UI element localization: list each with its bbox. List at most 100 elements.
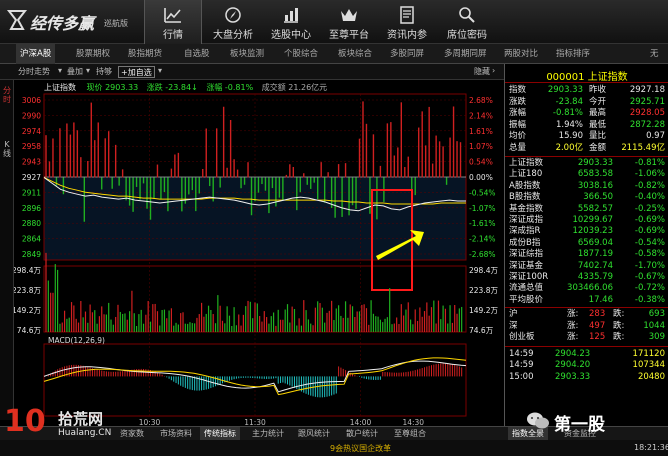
- crown-icon: [341, 9, 357, 21]
- tab-intraday[interactable]: 分时: [1, 86, 13, 104]
- subtab-stock-combined[interactable]: 个股综合: [280, 44, 322, 64]
- quote-label: 金额: [589, 142, 607, 153]
- tick-row: 14:59 2904.23 171120: [509, 349, 667, 360]
- breadth-up-label: 涨:: [567, 309, 579, 320]
- hide-button[interactable]: 隐藏: [474, 66, 490, 77]
- index-pct: -0.40%: [634, 192, 665, 203]
- index-row[interactable]: 上证指数 2903.33 -0.81%: [509, 158, 667, 169]
- pct-value: -0.81%: [224, 83, 254, 92]
- time-tick-label: 14:30: [402, 418, 424, 425]
- amount-label: 成交额: [261, 83, 286, 92]
- nav-quotes[interactable]: 行情: [144, 0, 202, 44]
- index-pct: -0.25%: [634, 203, 665, 214]
- index-name: 平均股价: [509, 294, 544, 305]
- index-pct: -0.38%: [634, 294, 665, 305]
- pct-tick-label: 2.68%: [469, 96, 493, 105]
- add-watchlist-button[interactable]: +加自选: [118, 66, 155, 78]
- quote-value: 2.00亿: [555, 142, 583, 153]
- nav-news[interactable]: 资讯内参: [378, 0, 436, 44]
- index-row[interactable]: B股指数 366.50 -0.40%: [509, 192, 667, 203]
- quote-label: 涨跌: [509, 96, 527, 107]
- price-tick-label: 2880: [22, 219, 41, 228]
- breadth-up-label: 涨:: [567, 320, 579, 331]
- hold-button[interactable]: 持够: [96, 66, 112, 77]
- index-name: 深证成指: [509, 215, 544, 225]
- btab-follow[interactable]: 跟风统计: [294, 427, 334, 441]
- divider: [505, 307, 668, 309]
- nav-quotes-label: 行情: [163, 30, 183, 41]
- chevron-down-icon: ▾: [58, 66, 63, 75]
- quote-label: 今开: [589, 96, 607, 107]
- tick-row: 15:00 2903.33 20480: [509, 372, 667, 383]
- quote-row: 指数 2903.33 昨收 2927.18: [509, 85, 667, 96]
- quote-label: 昨收: [589, 85, 607, 95]
- pct-tick-label: -2.68%: [469, 250, 496, 259]
- index-row[interactable]: 成份B指 6569.04 -0.54%: [509, 238, 667, 249]
- subtab-sector-combined[interactable]: 板块综合: [334, 44, 376, 64]
- quote-label: 振幅: [509, 119, 527, 130]
- volume-tick-label-right: 149.2万: [469, 306, 498, 315]
- change-label: 涨跌: [146, 83, 163, 92]
- status-news-ticker[interactable]: 9会热议国企改革: [330, 443, 391, 454]
- breadth-up-label: 涨:: [567, 332, 579, 343]
- sub-tab-bar: 沪深A股 股票期权 股指期货 自选股 板块监测 个股综合 板块综合 多股同屏 多…: [0, 44, 668, 64]
- subtab-more[interactable]: 无: [646, 44, 663, 64]
- index-row[interactable]: A股指数 3038.16 -0.82%: [509, 181, 667, 192]
- index-row[interactable]: 深证基金 7402.74 -1.70%: [509, 261, 667, 272]
- index-value: 303466.06: [567, 283, 613, 294]
- index-value: 17.46: [588, 294, 613, 305]
- logo-mark-icon: [6, 10, 28, 30]
- breadth-market: 深: [509, 320, 518, 331]
- nav-premium-platform[interactable]: 至尊平台: [320, 0, 378, 44]
- breadth-row: 创业板 涨: 125 跌: 309: [509, 332, 667, 343]
- quote-label: 总量: [509, 142, 527, 153]
- quote-value: 2903.33: [547, 85, 583, 95]
- trend-chart-icon: [164, 8, 181, 23]
- btab-indicators[interactable]: 传统指标: [200, 427, 240, 441]
- subtab-watchlist[interactable]: 自选股: [180, 44, 214, 64]
- subtab-compare[interactable]: 两股对比: [500, 44, 542, 64]
- subtab-indicator-sort[interactable]: 指标排序: [552, 44, 594, 64]
- nav-stock-picker[interactable]: 选股中心: [262, 0, 320, 44]
- quote-panel-title: 000001 上证指数: [546, 72, 628, 83]
- subtab-sector-monitor[interactable]: 板块监测: [226, 44, 268, 64]
- index-name: 上证指数: [509, 158, 544, 168]
- price-tick-label: 2896: [22, 204, 41, 213]
- index-row[interactable]: 上证180 6583.58 -1.06%: [509, 169, 667, 180]
- quote-label: 均价: [509, 131, 527, 141]
- index-pct: -0.69%: [634, 215, 665, 225]
- btab-combo[interactable]: 至尊组合: [390, 427, 430, 441]
- bar-chart-icon: [284, 8, 298, 23]
- btab-market-info[interactable]: 市场资料: [156, 427, 196, 441]
- index-row[interactable]: 深证成指 10299.67 -0.69%: [509, 215, 667, 226]
- subtab-multi-period[interactable]: 多周期同屏: [440, 44, 491, 64]
- index-row[interactable]: 基金指数 5582.57 -0.25%: [509, 204, 667, 215]
- index-row[interactable]: 流通总值 303466.06 -0.72%: [509, 283, 667, 294]
- nav-news-label: 资讯内参: [387, 30, 427, 41]
- index-row[interactable]: 平均股价 17.46 -0.38%: [509, 295, 667, 306]
- index-row[interactable]: 深证综指 1877.19 -0.58%: [509, 249, 667, 260]
- index-pct: -0.54%: [634, 237, 665, 248]
- nav-market-analysis[interactable]: 大盘分析: [204, 0, 262, 44]
- quote-value: 1.94%: [555, 119, 583, 130]
- tab-kline[interactable]: K线: [1, 140, 13, 158]
- tick-row: 14:59 2904.20 107344: [509, 360, 667, 371]
- volume-tick-label-right: 74.6万: [469, 326, 494, 335]
- btab-main-force[interactable]: 主力统计: [248, 427, 288, 441]
- btab-retail[interactable]: 散户统计: [342, 427, 382, 441]
- chart-index-name: 上证指数: [44, 83, 76, 92]
- index-row[interactable]: 深成指R 12039.23 -0.69%: [509, 226, 667, 237]
- subtab-hs-a[interactable]: 沪深A股: [16, 44, 56, 64]
- view-selector[interactable]: 分时走势: [18, 66, 50, 77]
- subtab-multi-stock[interactable]: 多股同屏: [386, 44, 428, 64]
- intraday-chart[interactable]: 3006 2.68% 2990 2.14% 2974 1.61% 2958 1.07% 2943…: [14, 80, 504, 425]
- subtab-options[interactable]: 股票期权: [72, 44, 114, 64]
- index-row[interactable]: 深证100R 4335.79 -0.67%: [509, 272, 667, 283]
- pct-tick-label: 0.54%: [469, 158, 493, 167]
- index-value: 10299.67: [572, 215, 613, 225]
- pct-tick-label: -1.07%: [469, 204, 496, 213]
- overlay-selector[interactable]: 叠加: [67, 66, 83, 77]
- quote-value: -0.81%: [552, 108, 583, 118]
- nav-seat-code[interactable]: 席位密码: [438, 0, 496, 44]
- subtab-futures[interactable]: 股指期货: [124, 44, 166, 64]
